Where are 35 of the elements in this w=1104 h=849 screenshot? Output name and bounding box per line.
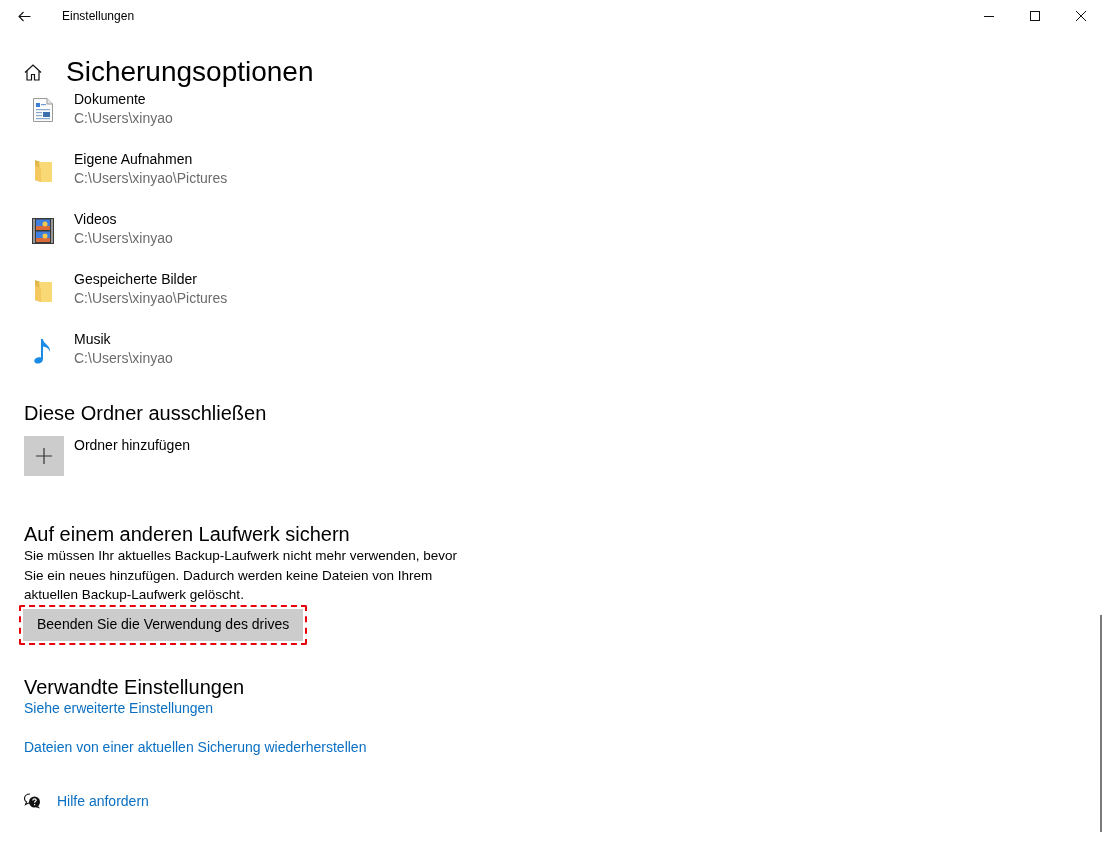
section-description: Sie müssen Ihr aktuelles Backup-Laufwerk nicht mehr verwenden, bevor Sie ein neues hinzufügen. Dadurch werden keine Dateien von Ihrem aktuellen Backup-Laufwerk gelöscht. (24, 547, 458, 604)
section-heading: Auf einem anderen Laufwerk sichern (24, 522, 350, 546)
window-title: Einstellungen (62, 8, 135, 24)
folder-icon (33, 278, 53, 302)
help-chat-icon (24, 793, 41, 809)
folder-name: Dokumente (74, 90, 147, 109)
folder-path: C:\Users\xinyao\Pictures (74, 169, 228, 188)
document-icon (33, 98, 53, 122)
close-icon (1076, 11, 1086, 21)
music-note-icon (33, 338, 53, 364)
back-arrow-icon (17, 10, 31, 22)
plus-icon (36, 448, 52, 464)
settings-link[interactable]: Dateien von einer aktuellen Sicherung wiederherstellen (24, 737, 367, 757)
minimize-icon (984, 15, 994, 17)
folder-path: C:\Users\xinyao (74, 349, 173, 368)
add-folder-label: Ordner hinzufügen (74, 436, 190, 455)
stop-using-drive-button[interactable]: Beenden Sie die Verwendung des drives (23, 608, 304, 641)
scrollbar-thumb[interactable] (1100, 615, 1102, 832)
page-title: Sicherungsoptionen (66, 56, 314, 88)
help-link[interactable]: Hilfe anfordern (57, 791, 149, 811)
folder-path: C:\Users\xinyao (74, 229, 173, 248)
home-icon[interactable] (24, 63, 42, 81)
settings-link[interactable]: Siehe erweiterte Einstellungen (24, 698, 214, 718)
film-strip-icon (32, 218, 54, 244)
folder-path: C:\Users\xinyao\Pictures (74, 289, 228, 308)
folder-name: Eigene Aufnahmen (74, 150, 194, 169)
folder-path: C:\Users\xinyao (74, 109, 173, 128)
section-heading: Diese Ordner ausschließen (24, 401, 267, 426)
folder-icon (33, 158, 53, 182)
add-folder-button[interactable] (24, 436, 64, 476)
folder-name: Videos (74, 210, 118, 229)
folder-name: Gespeicherte Bilder (74, 270, 198, 289)
maximize-icon (1030, 11, 1040, 21)
folder-name: Musik (74, 330, 112, 349)
section-heading: Verwandte Einstellungen (24, 674, 245, 699)
